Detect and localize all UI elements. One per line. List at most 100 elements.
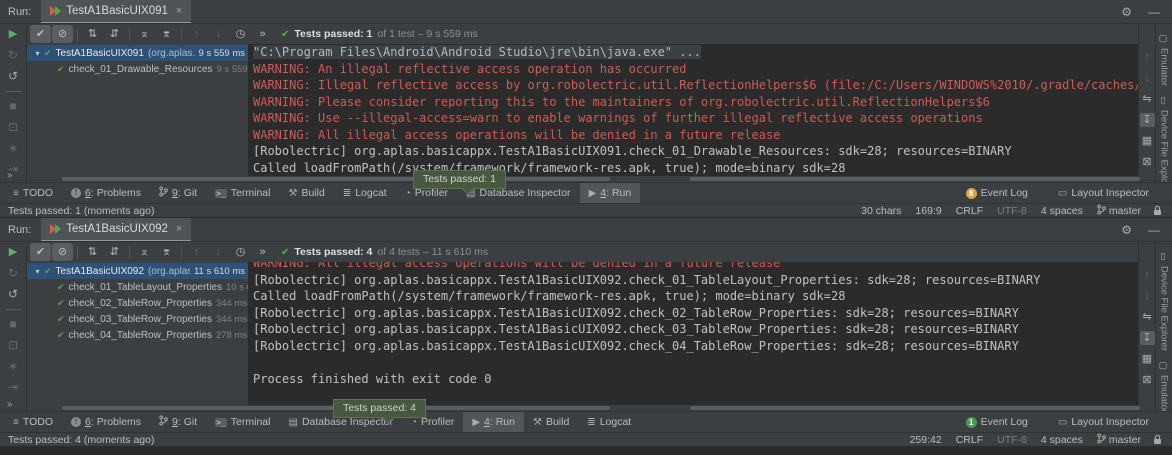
- restore-layout-icon[interactable]: ∗: [8, 359, 18, 374]
- run-play-icon[interactable]: ▶: [9, 245, 17, 260]
- test-tree-row[interactable]: ✔check_02_TableRow_Properties344 ms: [27, 295, 248, 311]
- statusbar-layout-inspector[interactable]: ▭Layout Inspector: [1049, 187, 1158, 199]
- next-occurrence-icon[interactable]: ↓: [1140, 71, 1155, 85]
- status-utf-8[interactable]: UTF-8: [997, 205, 1027, 217]
- toolwindow-button-run[interactable]: ▶4: Run: [580, 183, 641, 203]
- toolwindow-button-build[interactable]: ⚒Build: [524, 412, 578, 432]
- run-tab-testa1basicuix091[interactable]: TestA1BasicUIX091 ×: [41, 0, 191, 23]
- collapse-all-icon[interactable]: ⌆: [156, 25, 177, 43]
- chevron-down-icon[interactable]: ▾: [31, 267, 44, 276]
- status-master[interactable]: master: [1097, 204, 1141, 218]
- next-failed-test-icon[interactable]: ↓: [208, 243, 229, 261]
- run-tab-testa1basicuix092[interactable]: TestA1BasicUIX092 ×: [41, 218, 191, 241]
- print-icon[interactable]: ▦: [1140, 352, 1155, 366]
- close-icon[interactable]: ×: [176, 223, 182, 235]
- toolwindow-button-logcat[interactable]: ≣Logcat: [578, 412, 640, 432]
- chevron-down-icon[interactable]: ▾: [31, 49, 44, 58]
- toolwindow-button-terminal[interactable]: >_Terminal: [206, 183, 279, 203]
- screenshot-icon[interactable]: ⊡: [8, 120, 18, 135]
- tree-hscrollbar[interactable]: [62, 177, 610, 181]
- soft-wrap-icon[interactable]: ⇋: [1140, 92, 1155, 106]
- test-tree-row[interactable]: ✔check_01_Drawable_Resources9 s 559 ms: [27, 61, 248, 77]
- show-passed-icon[interactable]: ✔: [30, 25, 51, 43]
- expand-all-icon[interactable]: ⌅: [134, 243, 155, 261]
- sort-alphabetically-icon[interactable]: ⇅: [82, 25, 103, 43]
- toolwindow-button-todo[interactable]: ≡TODO: [4, 412, 62, 432]
- lock-icon[interactable]: [1153, 434, 1162, 445]
- clear-console-icon[interactable]: ⊠: [1140, 155, 1155, 169]
- rerun-icon[interactable]: ↻: [8, 266, 18, 281]
- status-4-spaces[interactable]: 4 spaces: [1041, 434, 1083, 446]
- toolwindow-button-terminal[interactable]: >_Terminal: [206, 412, 279, 432]
- status-30-chars[interactable]: 30 chars: [861, 205, 901, 217]
- tool-window-button-emulator[interactable]: ▢Emulator: [1159, 361, 1170, 413]
- statusbar-event-log[interactable]: 1Event Log: [957, 416, 1037, 428]
- hide-window-icon[interactable]: —: [1148, 223, 1160, 237]
- stop-icon[interactable]: ■: [9, 317, 16, 332]
- status-crlf[interactable]: CRLF: [956, 205, 983, 217]
- soft-wrap-icon[interactable]: ⇋: [1140, 310, 1155, 324]
- previous-failed-test-icon[interactable]: ↑: [186, 25, 207, 43]
- test-tree-row[interactable]: ✔check_01_TableLayout_Properties10 s 644…: [27, 279, 248, 295]
- toolwindow-button-git[interactable]: 9: Git: [150, 183, 206, 203]
- sort-by-duration-icon[interactable]: ⇵: [104, 25, 125, 43]
- test-tree-row[interactable]: ✔check_04_TableRow_Properties278 ms: [27, 327, 248, 343]
- tool-window-button-emulator[interactable]: ▢Emulator: [1159, 34, 1170, 86]
- toolwindow-button-run[interactable]: ▶4: Run: [463, 412, 524, 432]
- status-master[interactable]: master: [1097, 433, 1141, 447]
- hide-window-icon[interactable]: —: [1148, 5, 1160, 19]
- lock-icon[interactable]: [1153, 205, 1162, 216]
- rerun-failed-tests-icon[interactable]: ↺: [8, 69, 18, 84]
- prev-occurrence-icon[interactable]: ↑: [1140, 268, 1155, 282]
- statusbar-layout-inspector[interactable]: ▭Layout Inspector: [1049, 416, 1158, 428]
- status-crlf[interactable]: CRLF: [956, 434, 983, 446]
- previous-failed-test-icon[interactable]: ↑: [186, 243, 207, 261]
- statusbar-event-log[interactable]: 8Event Log: [957, 187, 1037, 199]
- toolwindow-button-problems[interactable]: !6: Problems: [62, 412, 150, 432]
- status-169-9[interactable]: 169:9: [915, 205, 941, 217]
- close-icon[interactable]: ×: [176, 5, 182, 17]
- test-tree-row[interactable]: ▾✔TestA1BasicUIX092(org.aplas.basicap11 …: [27, 263, 248, 279]
- scroll-to-end-icon[interactable]: ↧: [1140, 113, 1155, 127]
- restore-layout-icon[interactable]: ∗: [8, 141, 18, 156]
- status-utf-8[interactable]: UTF-8: [997, 434, 1027, 446]
- clear-console-icon[interactable]: ⊠: [1140, 373, 1155, 387]
- stop-icon[interactable]: ■: [9, 99, 16, 114]
- tool-window-button-device-file-explorer[interactable]: ▯Device File Explorer: [1159, 252, 1170, 351]
- rerun-failed-tests-icon[interactable]: ↺: [8, 287, 18, 302]
- console-hscrollbar[interactable]: [690, 406, 1140, 410]
- gear-icon[interactable]: ⚙: [1121, 223, 1132, 237]
- expand-all-icon[interactable]: ⌅: [134, 25, 155, 43]
- run-play-icon[interactable]: ▶: [9, 27, 17, 42]
- toolwindow-button-todo[interactable]: ≡TODO: [4, 183, 62, 203]
- toolwindow-button-logcat[interactable]: ≣Logcat: [334, 183, 396, 203]
- prev-occurrence-icon[interactable]: ↑: [1140, 50, 1155, 64]
- next-failed-test-icon[interactable]: ↓: [208, 25, 229, 43]
- test-tree-row[interactable]: ▾✔TestA1BasicUIX091(org.aplas.basicap9 s…: [27, 45, 248, 61]
- test-tree-row[interactable]: ✔check_03_TableRow_Properties344 ms: [27, 311, 248, 327]
- toolwindow-button-git[interactable]: 9: Git: [150, 412, 206, 432]
- status-259-42[interactable]: 259:42: [910, 434, 942, 446]
- hidden-toolbar-chevron-icon[interactable]: »: [7, 170, 13, 181]
- print-icon[interactable]: ▦: [1140, 134, 1155, 148]
- toolwindow-button-problems[interactable]: !6: Problems: [62, 183, 150, 203]
- sort-by-duration-icon[interactable]: ⇵: [104, 243, 125, 261]
- tool-window-button-device-file-explorer[interactable]: ▯Device File Explorer: [1159, 96, 1170, 195]
- test-history-icon[interactable]: ◷: [230, 25, 251, 43]
- rerun-icon[interactable]: ↻: [8, 48, 18, 63]
- collapse-all-icon[interactable]: ⌆: [156, 243, 177, 261]
- screenshot-icon[interactable]: ⊡: [8, 338, 18, 353]
- next-occurrence-icon[interactable]: ↓: [1140, 289, 1155, 303]
- status-4-spaces[interactable]: 4 spaces: [1041, 205, 1083, 217]
- more-toolbar-actions-icon[interactable]: »: [252, 243, 273, 261]
- hidden-toolbar-chevron-icon[interactable]: »: [7, 399, 13, 410]
- gear-icon[interactable]: ⚙: [1121, 5, 1132, 19]
- sort-alphabetically-icon[interactable]: ⇅: [82, 243, 103, 261]
- scroll-to-end-icon[interactable]: ↧: [1140, 331, 1155, 345]
- toolwindow-button-build[interactable]: ⚒Build: [279, 183, 333, 203]
- console-hscrollbar[interactable]: [690, 177, 1140, 181]
- show-ignored-icon[interactable]: ⊘: [52, 243, 73, 261]
- show-ignored-icon[interactable]: ⊘: [52, 25, 73, 43]
- more-toolbar-actions-icon[interactable]: »: [252, 25, 273, 43]
- show-passed-icon[interactable]: ✔: [30, 243, 51, 261]
